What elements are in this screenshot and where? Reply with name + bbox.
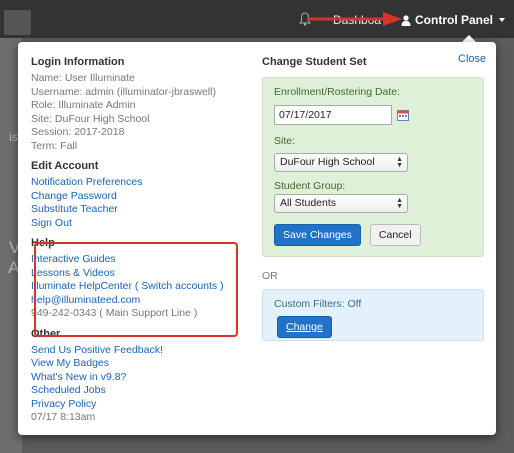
or-separator: OR <box>262 270 278 282</box>
login-site: Site: DuFour High School <box>31 112 150 125</box>
control-panel-label: Control Panel <box>415 13 494 27</box>
select-arrows-icon: ▲ ▼ <box>396 156 403 169</box>
site-select-value: DuFour High School <box>280 156 375 168</box>
calendar-icon[interactable] <box>397 109 409 121</box>
scheduled-jobs-link[interactable]: Scheduled Jobs <box>31 384 241 398</box>
student-set-column: Change Student Set Enrollment/Rostering … <box>262 56 484 341</box>
notification-preferences-link[interactable]: Notification Preferences <box>31 176 241 190</box>
positive-feedback-link[interactable]: Send Us Positive Feedback! <box>31 344 241 358</box>
view-badges-link[interactable]: View My Badges <box>31 357 241 371</box>
site-label: Site: <box>274 135 296 147</box>
form-actions: Save Changes Cancel <box>274 224 421 246</box>
substitute-teacher-link[interactable]: Substitute Teacher <box>31 203 241 217</box>
login-info-heading: Login Information <box>31 56 125 68</box>
top-navigation-bar: Dashboa Control Panel <box>0 0 514 38</box>
login-role: Role: Illuminate Admin <box>31 99 136 111</box>
save-changes-button[interactable]: Save Changes <box>274 224 361 246</box>
app-logo[interactable] <box>4 10 31 35</box>
site-select[interactable]: DuFour High School ▲ ▼ <box>274 153 408 172</box>
sign-out-link[interactable]: Sign Out <box>31 217 241 231</box>
whats-new-link[interactable]: What's New in v9.8? <box>31 371 241 385</box>
chevron-down-icon <box>499 18 506 22</box>
panel-pointer <box>462 35 476 42</box>
login-name: Name: User Illuminate <box>31 72 135 84</box>
last-login-timestamp: 07/17 8:13am <box>31 411 96 423</box>
login-username: Username: admin (illuminator-jbraswell) <box>31 85 216 98</box>
student-group-label: Student Group: <box>274 180 346 192</box>
login-term: Term: Fall <box>31 139 78 152</box>
custom-filters-box: Custom Filters: Off Change <box>262 289 484 341</box>
select-arrows-icon: ▲ ▼ <box>396 197 403 210</box>
control-panel-menu[interactable]: Control Panel <box>401 10 506 30</box>
student-group-select-value: All Students <box>280 197 337 209</box>
account-column: Login Information Name: User Illuminate … <box>31 56 241 425</box>
cancel-button[interactable]: Cancel <box>369 224 421 246</box>
privacy-policy-link[interactable]: Privacy Policy <box>31 398 241 412</box>
student-set-form: Enrollment/Rostering Date: Site: DuFour … <box>262 77 484 257</box>
help-annotation-box <box>34 242 238 337</box>
change-student-set-heading: Change Student Set <box>262 56 367 68</box>
student-group-select[interactable]: All Students ▲ ▼ <box>274 194 408 213</box>
enrollment-date-input[interactable] <box>274 105 392 125</box>
edit-account-heading: Edit Account <box>31 160 99 172</box>
annotation-arrow <box>307 12 402 26</box>
control-panel-dropdown: Close Login Information Name: User Illum… <box>18 42 496 435</box>
background-text: is <box>9 130 18 144</box>
change-filters-button[interactable]: Change <box>277 316 332 338</box>
custom-filters-status: Custom Filters: Off <box>274 298 362 310</box>
enrollment-date-label: Enrollment/Rostering Date: <box>274 86 401 98</box>
login-session: Session: 2017-2018 <box>31 126 125 138</box>
change-password-link[interactable]: Change Password <box>31 190 241 204</box>
